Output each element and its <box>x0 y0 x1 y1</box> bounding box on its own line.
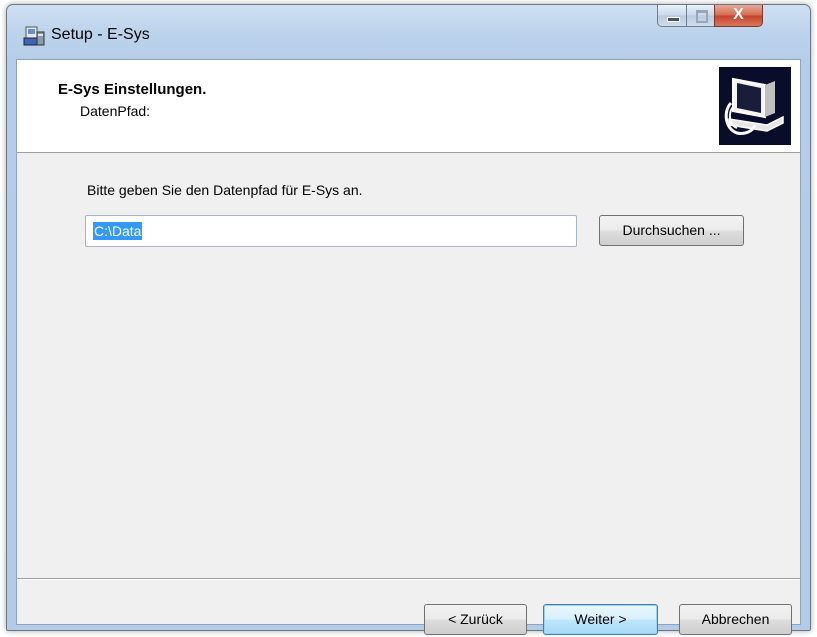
browse-button[interactable]: Durchsuchen ... <box>599 215 744 246</box>
cancel-button[interactable]: Abbrechen <box>679 604 792 635</box>
wizard-header: E-Sys Einstellungen. DatenPfad: <box>17 60 800 153</box>
wizard-body: E-Sys Einstellungen. DatenPfad: Bitte ge… <box>16 59 801 635</box>
next-button[interactable]: Weiter > <box>543 604 658 635</box>
window-title: Setup - E-Sys <box>51 26 150 43</box>
title-bar[interactable]: Setup - E-Sys X <box>7 5 810 59</box>
back-button[interactable]: < Zurück <box>424 604 527 635</box>
data-path-value: C:\Data <box>93 222 143 240</box>
setup-window: Setup - E-Sys X E-Sys Einstellungen. Dat… <box>6 4 811 635</box>
maximize-icon <box>696 10 708 23</box>
close-icon: X <box>733 6 744 23</box>
data-path-input[interactable]: C:\Data <box>85 215 577 247</box>
installer-icon <box>23 25 45 47</box>
page-subtitle: DatenPfad: <box>80 103 151 119</box>
footer-divider <box>17 578 800 580</box>
minimize-button[interactable] <box>657 5 687 27</box>
maximize-button[interactable] <box>686 5 715 27</box>
minimize-icon <box>667 17 680 22</box>
page-title: E-Sys Einstellungen. <box>58 81 207 98</box>
data-path-prompt: Bitte geben Sie den Datenpfad für E-Sys … <box>87 182 363 198</box>
close-button[interactable]: X <box>714 5 763 27</box>
computer-setup-icon <box>719 67 791 145</box>
